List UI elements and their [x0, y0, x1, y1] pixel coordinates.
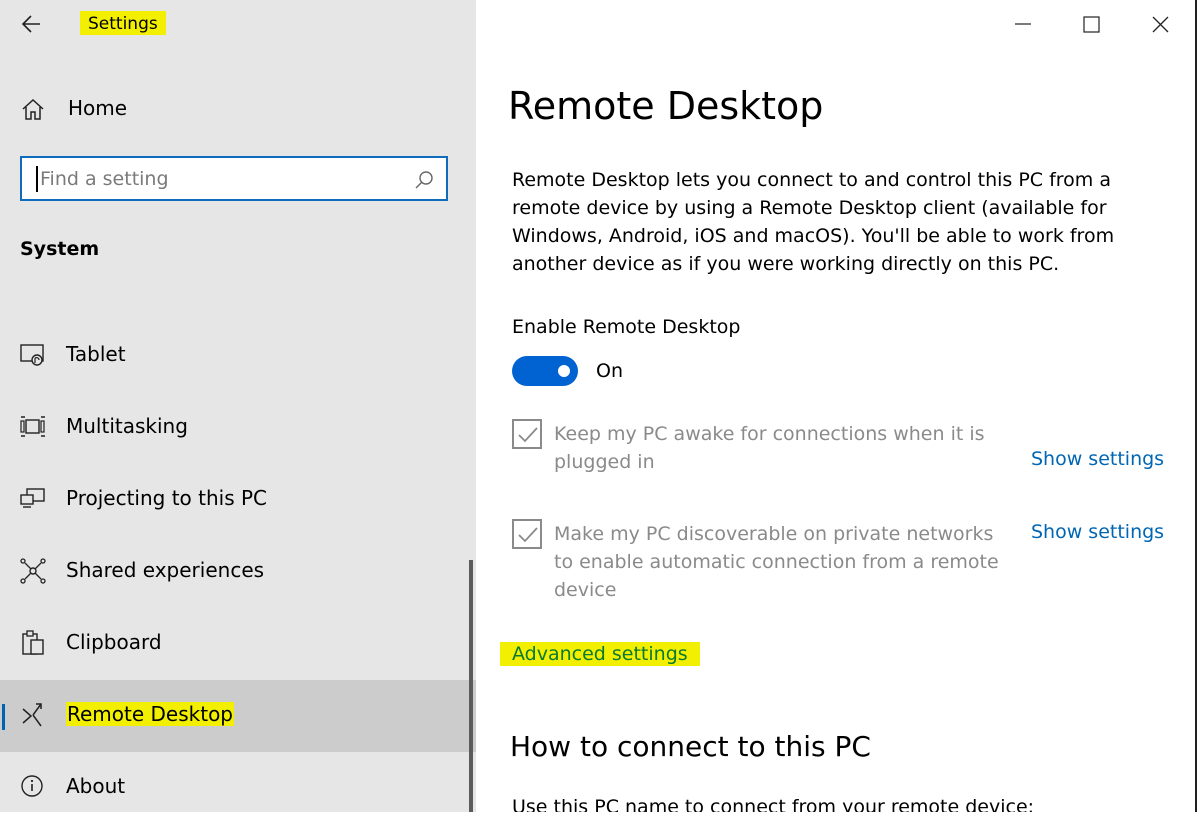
page-title: Remote Desktop	[508, 84, 824, 128]
main-content: Remote Desktop Remote Desktop lets you c…	[476, 0, 1197, 812]
shared-experiences-icon	[20, 558, 46, 584]
show-settings-link-1[interactable]: Show settings	[1031, 448, 1164, 470]
search-input[interactable]	[36, 166, 410, 192]
home-icon	[20, 96, 46, 122]
sidebar-item-remote-desktop[interactable]: Remote Desktop	[0, 680, 476, 752]
sidebar-scrollbar[interactable]	[469, 560, 473, 812]
advanced-settings-link[interactable]: Advanced settings	[500, 642, 700, 666]
sidebar-item-label: Tablet	[66, 342, 126, 366]
info-icon	[20, 774, 46, 800]
enable-remote-desktop-label: Enable Remote Desktop	[512, 316, 741, 338]
discoverable-label: Make my PC discoverable on private netwo…	[554, 523, 999, 601]
active-indicator	[2, 704, 5, 730]
show-settings-link-2[interactable]: Show settings	[1031, 521, 1164, 543]
sidebar-item-label: Multitasking	[66, 414, 188, 438]
bottom-edge	[0, 812, 1197, 826]
clipboard-icon	[20, 630, 46, 656]
sidebar-item-clipboard[interactable]: Clipboard	[0, 608, 476, 680]
toggle-knob	[558, 365, 570, 377]
search-icon[interactable]	[414, 170, 434, 190]
search-box[interactable]	[20, 156, 448, 201]
keep-awake-checkbox[interactable]	[512, 419, 542, 449]
discoverable-checkbox[interactable]	[512, 519, 542, 549]
sidebar-item-about[interactable]: About	[0, 752, 476, 812]
sidebar-item-shared-experiences[interactable]: Shared experiences	[0, 536, 476, 608]
multitasking-icon	[20, 414, 46, 440]
enable-remote-desktop-toggle[interactable]	[512, 356, 578, 386]
how-to-connect-text: Use this PC name to connect from your re…	[512, 796, 1035, 812]
how-to-connect-heading: How to connect to this PC	[510, 730, 871, 763]
section-title: System	[20, 238, 100, 260]
description: Remote Desktop lets you connect to and c…	[512, 169, 1115, 275]
keep-awake-label: Keep my PC awake for connections when it…	[554, 423, 985, 473]
sidebar-item-label: Remote Desktop	[66, 702, 235, 726]
checkmark-icon	[518, 427, 538, 443]
tablet-icon	[20, 342, 46, 368]
sidebar-item-multitasking[interactable]: Multitasking	[0, 392, 476, 464]
checkmark-icon	[518, 527, 538, 543]
back-button[interactable]	[20, 12, 44, 36]
sidebar-item-label: About	[66, 774, 126, 798]
projecting-icon	[20, 486, 46, 512]
sidebar-item-label: Projecting to this PC	[66, 486, 268, 510]
sidebar-item-label: Home	[68, 96, 128, 120]
sidebar-item-label: Clipboard	[66, 630, 162, 654]
remote-desktop-icon	[20, 702, 46, 728]
back-arrow-icon	[21, 15, 40, 33]
sidebar: Settings Home System Tablet	[0, 0, 476, 812]
sidebar-item-projecting[interactable]: Projecting to this PC	[0, 464, 476, 536]
app-title: Settings	[80, 11, 166, 35]
sidebar-item-tablet[interactable]: Tablet	[0, 320, 476, 392]
toggle-state-label: On	[596, 360, 623, 382]
sidebar-item-label: Shared experiences	[66, 558, 265, 582]
